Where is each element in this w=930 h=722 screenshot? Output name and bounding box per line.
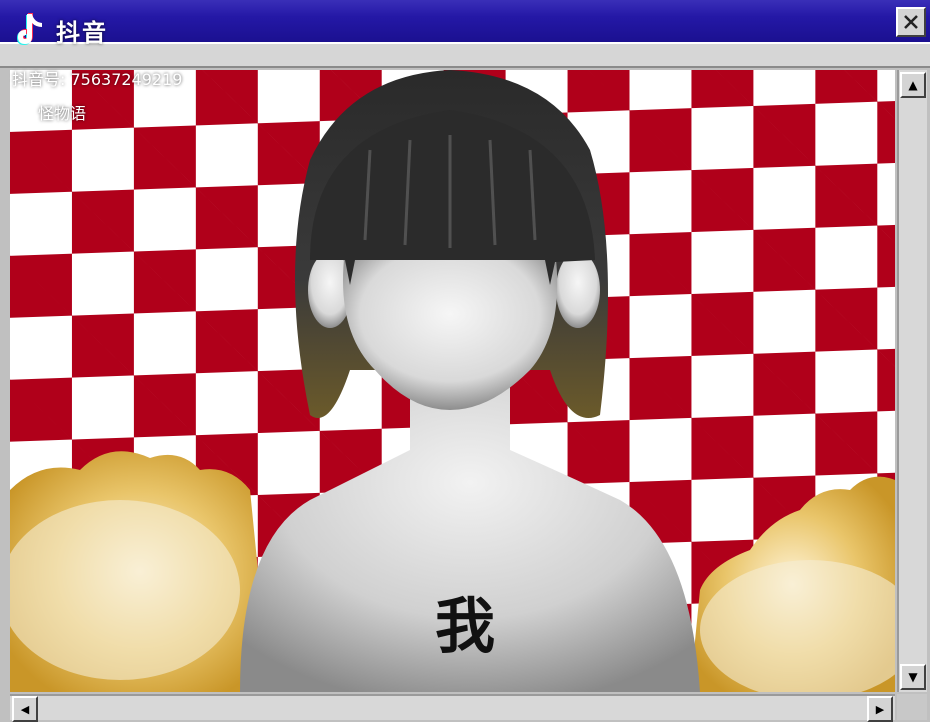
down-arrow-icon: ▼	[908, 670, 918, 684]
cloud-right	[690, 476, 895, 692]
scroll-right-button[interactable]: ▶	[867, 696, 893, 722]
image-viewport: 我	[10, 70, 895, 692]
douyin-watermark: 抖音 抖音号: 75637249219 怪物语	[12, 10, 182, 124]
vertical-scrollbar[interactable]: ▲ ▼	[897, 70, 927, 692]
scrollbar-corner	[897, 694, 927, 720]
close-icon	[904, 15, 918, 29]
figure-face	[343, 250, 558, 410]
left-arrow-icon: ◀	[20, 702, 30, 716]
scroll-down-button[interactable]: ▼	[900, 664, 926, 690]
horizontal-scrollbar[interactable]: ◀ ▶	[10, 694, 895, 722]
up-arrow-icon: ▲	[908, 78, 918, 92]
tiktok-logo-icon	[17, 13, 42, 45]
scroll-left-button[interactable]: ◀	[12, 696, 38, 722]
search-icon	[13, 104, 29, 120]
app-name: 抖音	[56, 18, 108, 47]
cloud-left	[10, 451, 270, 692]
scroll-up-button[interactable]: ▲	[900, 72, 926, 98]
chest-character: 我	[435, 592, 495, 662]
user-id: 抖音号: 75637249219	[12, 70, 183, 89]
app-window: 我 ▲ ▼ ◀ ▶ 抖音 抖音号: 75637249219 怪物语	[0, 0, 930, 722]
search-text: 怪物语	[38, 104, 87, 123]
close-button[interactable]	[896, 7, 926, 37]
right-arrow-icon: ▶	[875, 702, 885, 716]
